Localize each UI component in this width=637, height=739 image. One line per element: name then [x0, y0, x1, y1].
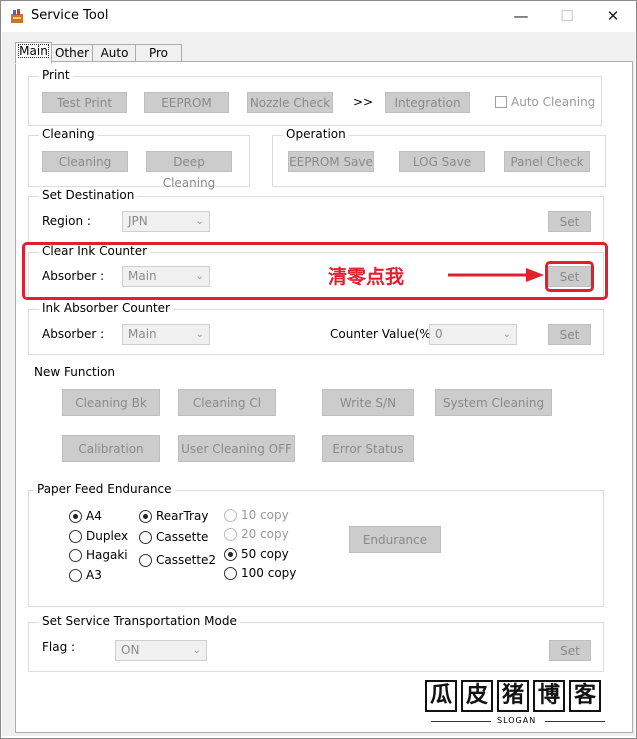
- tab-pro[interactable]: Pro: [135, 44, 182, 62]
- counter-absorber-select[interactable]: Main ⌄: [122, 324, 210, 345]
- tab-main[interactable]: Main: [15, 42, 52, 64]
- chevron-down-icon: ⌄: [195, 329, 204, 340]
- copies-50-label: 50 copy: [241, 547, 289, 561]
- watermark-char-3: 猪: [497, 680, 529, 712]
- arrows-label: >>: [353, 95, 374, 109]
- copies-100-label: 100 copy: [241, 566, 297, 580]
- chevron-down-icon: ⌄: [192, 645, 201, 656]
- auto-cleaning-checkbox[interactable]: [495, 96, 507, 108]
- main-tab-panel: Print Test Print EEPROM Nozzle Check >> …: [15, 61, 633, 733]
- chevron-down-icon: ⌄: [502, 329, 511, 340]
- test-print-button[interactable]: Test Print: [42, 92, 127, 113]
- region-select[interactable]: JPN ⌄: [122, 211, 210, 232]
- counter-value-label: Counter Value(%) :: [330, 327, 444, 341]
- calibration-button[interactable]: Calibration: [62, 435, 160, 462]
- set-destination-group: Set Destination Region : JPN ⌄ Set: [28, 188, 604, 243]
- cleaning-bk-button[interactable]: Cleaning Bk: [62, 389, 160, 416]
- print-group: Print Test Print EEPROM Nozzle Check >> …: [28, 68, 602, 126]
- chevron-down-icon: ⌄: [195, 216, 204, 227]
- watermark-char-4: 博: [533, 680, 565, 712]
- size-a4-label: A4: [86, 509, 102, 523]
- deep-cleaning-button[interactable]: Deep Cleaning: [146, 151, 232, 190]
- service-tool-window: Service Tool — ☐ ✕ Main Other Auto Pro P…: [0, 0, 637, 739]
- client-area: Main Other Auto Pro Print Test Print EEP…: [2, 32, 635, 736]
- size-a3-label: A3: [86, 568, 102, 582]
- counter-set-button[interactable]: Set: [548, 324, 591, 345]
- close-button[interactable]: ✕: [598, 5, 628, 27]
- radio-cassette[interactable]: [139, 531, 152, 544]
- cleaning-button[interactable]: Cleaning: [42, 151, 128, 172]
- radio-100-copy[interactable]: [224, 567, 237, 580]
- tray-cassette2-label: Cassette2: [156, 553, 217, 567]
- write-sn-button[interactable]: Write S/N: [322, 389, 414, 416]
- radio-a3[interactable]: [69, 569, 82, 582]
- paper-feed-endurance-group: Paper Feed Endurance A4 Duplex Hagaki A3…: [28, 482, 604, 607]
- eeprom-button[interactable]: EEPROM: [144, 92, 229, 113]
- transportation-mode-label: Set Service Transportation Mode: [39, 614, 240, 628]
- app-icon: [11, 9, 23, 23]
- watermark-char-2: 皮: [461, 680, 493, 712]
- transport-set-button[interactable]: Set: [549, 640, 591, 661]
- radio-20-copy[interactable]: [224, 528, 237, 541]
- panel-check-button[interactable]: Panel Check: [504, 151, 590, 172]
- flag-select[interactable]: ON ⌄: [115, 640, 207, 661]
- system-cleaning-button[interactable]: System Cleaning: [435, 389, 552, 416]
- counter-absorber-label: Absorber :: [42, 327, 105, 341]
- destination-set-button[interactable]: Set: [548, 211, 591, 232]
- watermark-rule-left: [431, 721, 491, 722]
- size-hagaki-label: Hagaki: [86, 548, 128, 562]
- annotation-text: 清零点我: [328, 266, 405, 288]
- tray-reartray-label: RearTray: [156, 509, 209, 523]
- cleaning-group-label: Cleaning: [39, 127, 98, 141]
- title-bar: Service Tool — ☐ ✕: [1, 1, 636, 32]
- new-function-label: New Function: [34, 365, 116, 379]
- radio-hagaki[interactable]: [69, 549, 82, 562]
- size-duplex-label: Duplex: [86, 529, 129, 543]
- tray-cassette-label: Cassette: [156, 530, 209, 544]
- log-save-button[interactable]: LOG Save: [399, 151, 485, 172]
- set-destination-label: Set Destination: [39, 188, 138, 202]
- region-label: Region :: [42, 214, 91, 228]
- cleaning-cl-button[interactable]: Cleaning Cl: [178, 389, 276, 416]
- maximize-button[interactable]: ☐: [552, 5, 582, 27]
- radio-cassette2[interactable]: [139, 554, 152, 567]
- transportation-mode-group: Set Service Transportation Mode Flag : O…: [28, 614, 604, 672]
- tab-other[interactable]: Other: [50, 44, 94, 62]
- minimize-button[interactable]: —: [506, 5, 536, 27]
- eeprom-save-button[interactable]: EEPROM Save: [288, 151, 374, 172]
- error-status-button[interactable]: Error Status: [322, 435, 414, 462]
- watermark-char-5: 客: [569, 680, 601, 712]
- radio-a4[interactable]: [69, 510, 82, 523]
- radio-duplex[interactable]: [69, 530, 82, 543]
- watermark-slogan: SLOGAN: [497, 716, 537, 725]
- window-title: Service Tool: [31, 8, 109, 23]
- user-cleaning-off-button[interactable]: User Cleaning OFF: [178, 435, 295, 462]
- watermark-logo: 瓜 皮 猪 博 客 SLOGAN: [425, 680, 611, 730]
- annotation-set-highlight: [545, 261, 594, 292]
- counter-value-select[interactable]: 0 ⌄: [429, 324, 517, 345]
- auto-cleaning-label: Auto Cleaning: [511, 95, 596, 109]
- integration-button[interactable]: Integration: [385, 92, 470, 113]
- tab-auto[interactable]: Auto: [92, 44, 137, 62]
- watermark-char-1: 瓜: [425, 680, 457, 712]
- radio-10-copy[interactable]: [224, 509, 237, 522]
- watermark-rule-right: [545, 721, 605, 722]
- nozzle-check-button[interactable]: Nozzle Check: [247, 92, 333, 113]
- ink-absorber-counter-label: Ink Absorber Counter: [39, 301, 173, 315]
- ink-absorber-counter-group: Ink Absorber Counter Absorber : Main ⌄ Co…: [28, 301, 604, 355]
- radio-50-copy[interactable]: [224, 548, 237, 561]
- radio-reartray[interactable]: [139, 510, 152, 523]
- copies-20-label: 20 copy: [241, 527, 289, 541]
- operation-group-label: Operation: [283, 127, 349, 141]
- annotation-arrow-icon: [448, 268, 544, 282]
- flag-label: Flag :: [42, 640, 76, 654]
- cleaning-group: Cleaning Cleaning Deep Cleaning: [28, 127, 250, 190]
- paper-feed-endurance-label: Paper Feed Endurance: [34, 482, 175, 496]
- print-group-label: Print: [39, 68, 73, 82]
- operation-group: Operation EEPROM Save LOG Save Panel Che…: [272, 127, 606, 187]
- endurance-button[interactable]: Endurance: [349, 526, 441, 553]
- copies-10-label: 10 copy: [241, 508, 289, 522]
